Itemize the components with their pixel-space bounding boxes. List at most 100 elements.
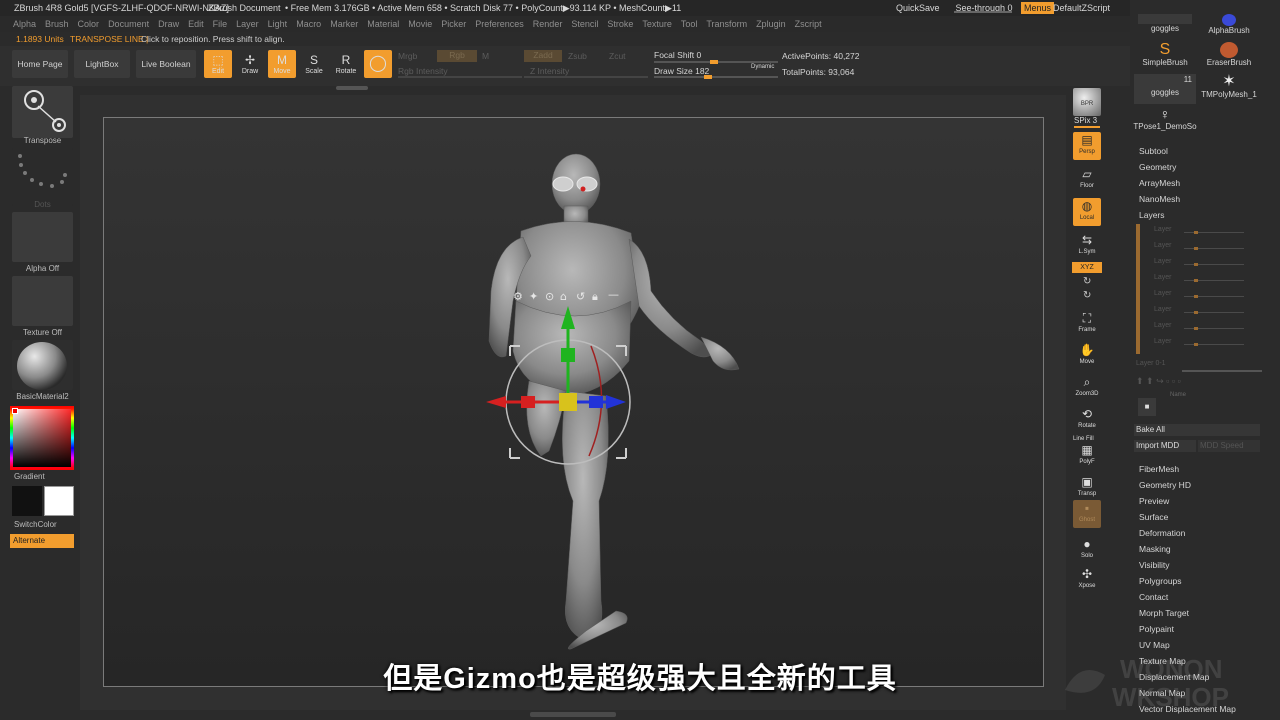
draw-button[interactable]: ✢ Draw (236, 50, 264, 78)
menu-macro[interactable]: Macro (296, 19, 321, 29)
texture-slot[interactable] (12, 276, 73, 326)
bpr-button[interactable]: BPR (1073, 88, 1101, 116)
quicksave-button[interactable]: QuickSave (896, 0, 940, 16)
edit-button[interactable]: ⬚ Edit (204, 50, 232, 78)
scale-button[interactable]: S Scale (300, 50, 328, 78)
layer-strength-slider[interactable] (1184, 327, 1244, 330)
menu-polypaint[interactable]: Polypaint (1139, 624, 1174, 634)
layer-strength-slider[interactable] (1184, 279, 1244, 282)
secondary-color-swatch[interactable] (12, 486, 42, 516)
layer-strength-slider[interactable] (1184, 231, 1244, 234)
ghost-button[interactable]: ▪ Ghost (1073, 500, 1101, 528)
menu-stencil[interactable]: Stencil (571, 19, 598, 29)
layer-strength-handle[interactable] (1194, 263, 1198, 266)
menu-surface[interactable]: Surface (1139, 512, 1168, 522)
color-picker-cursor[interactable] (12, 408, 18, 414)
menu-transform[interactable]: Transform (706, 19, 747, 29)
menu-document[interactable]: Document (108, 19, 149, 29)
bottom-shelf-handle[interactable] (530, 712, 616, 717)
layer-strength-slider[interactable] (1184, 295, 1244, 298)
menu-marker[interactable]: Marker (330, 19, 358, 29)
menu-contact[interactable]: Contact (1139, 592, 1168, 602)
brush-eraserbrush[interactable]: EraserBrush (1198, 42, 1260, 72)
layer-row[interactable]: Layer (1144, 242, 1262, 254)
menu-nanomesh[interactable]: NanoMesh (1139, 194, 1180, 204)
brush-goggles[interactable]: goggles (1134, 14, 1196, 42)
lightbox-button[interactable]: LightBox (74, 50, 130, 78)
mrgb-button[interactable]: Mrgb (398, 51, 417, 61)
menu-stroke[interactable]: Stroke (607, 19, 633, 29)
xpose-button[interactable]: ✣ Xpose (1073, 566, 1101, 594)
lsym-button[interactable]: ⇆ L.Sym (1073, 232, 1101, 260)
main-color-swatch[interactable] (44, 486, 74, 516)
menu-masking[interactable]: Masking (1139, 544, 1171, 554)
menu-morph-target[interactable]: Morph Target (1139, 608, 1189, 618)
subtool-goggles[interactable]: 11 goggles (1134, 74, 1196, 104)
menu-deformation[interactable]: Deformation (1139, 528, 1185, 538)
layer-row[interactable]: Layer (1144, 258, 1262, 270)
menu-subtool[interactable]: Subtool (1139, 146, 1168, 156)
menu-layers[interactable]: Layers (1139, 210, 1165, 220)
layer-row[interactable]: Layer (1144, 226, 1262, 238)
menu-geometry-hd[interactable]: Geometry HD (1139, 480, 1191, 490)
subtool-tpose[interactable]: ♀ TPose1_DemoSo (1130, 106, 1200, 136)
rotate-y-icon[interactable]: ↻ (1083, 276, 1091, 287)
toolbar-collapse-handle[interactable] (336, 86, 368, 90)
rotate-z-icon[interactable]: ↻ (1083, 290, 1091, 301)
record-layer-button[interactable]: ■ (1138, 398, 1156, 416)
menu-material[interactable]: Material (367, 19, 399, 29)
layer-row[interactable]: Layer (1144, 274, 1262, 286)
menu-file[interactable]: File (213, 19, 228, 29)
menu-texture[interactable]: Texture (642, 19, 672, 29)
transp-button[interactable]: ▣ Transp (1073, 474, 1101, 502)
zoom3d-button[interactable]: ⌕ Zoom3D (1073, 374, 1101, 402)
solo-button[interactable]: ● Solo (1073, 536, 1101, 564)
layer-strength-handle[interactable] (1194, 231, 1198, 234)
see-through-slider[interactable]: See-through 0 (952, 0, 1016, 16)
subtool-tmpolymesh[interactable]: ✶ TMPolyMesh_1 (1198, 74, 1260, 104)
layer-name-button[interactable]: Name (1170, 392, 1186, 398)
bake-all-button[interactable]: Bake All (1134, 424, 1260, 436)
floor-button[interactable]: ▱ Floor (1073, 166, 1101, 194)
move-button[interactable]: M Move (268, 50, 296, 78)
menu-tool[interactable]: Tool (681, 19, 698, 29)
xyz-button[interactable]: XYZ (1072, 262, 1102, 273)
menu-layer[interactable]: Layer (236, 19, 259, 29)
layer-strength-handle[interactable] (1194, 279, 1198, 282)
zcut-button[interactable]: Zcut (609, 51, 626, 61)
menu-arraymesh[interactable]: ArrayMesh (1139, 178, 1180, 188)
draw-size-slider[interactable]: Draw Size 182 (654, 66, 709, 76)
alpha-slot[interactable] (12, 212, 73, 262)
menu-picker[interactable]: Picker (441, 19, 466, 29)
layer-strength-slider[interactable] (1184, 263, 1244, 266)
polyf-button[interactable]: ▦ PolyF (1073, 442, 1101, 470)
m-button[interactable]: M (482, 51, 489, 61)
color-picker[interactable] (10, 406, 74, 470)
gradient-label[interactable]: Gradient (14, 472, 45, 481)
brush-simplebrush[interactable]: S SimpleBrush (1134, 42, 1196, 72)
zsub-button[interactable]: Zsub (568, 51, 587, 61)
menus-toggle[interactable]: Menus (1021, 2, 1055, 14)
rgb-intensity-slider[interactable]: Rgb Intensity (398, 66, 448, 76)
import-mdd-button[interactable]: Import MDD (1134, 440, 1196, 452)
menu-draw[interactable]: Draw (158, 19, 179, 29)
frame-button[interactable]: ⛶ Frame (1073, 310, 1101, 338)
menu-preview[interactable]: Preview (1139, 496, 1169, 506)
layer-strength-handle[interactable] (1194, 327, 1198, 330)
menu-light[interactable]: Light (268, 19, 288, 29)
menu-brush[interactable]: Brush (45, 19, 69, 29)
menu-preferences[interactable]: Preferences (475, 19, 524, 29)
menu-fibermesh[interactable]: FiberMesh (1139, 464, 1179, 474)
menu-alpha[interactable]: Alpha (13, 19, 36, 29)
menu-uv-map[interactable]: UV Map (1139, 640, 1170, 650)
layer-strength-slider[interactable] (1184, 311, 1244, 314)
home-page-button[interactable]: Home Page (12, 50, 68, 78)
live-boolean-button[interactable]: Live Boolean (136, 50, 196, 78)
layer-row[interactable]: Layer (1144, 290, 1262, 302)
menu-render[interactable]: Render (533, 19, 563, 29)
material-slot[interactable] (12, 340, 73, 390)
menu-visibility[interactable]: Visibility (1139, 560, 1170, 570)
layer-strength-slider[interactable] (1184, 343, 1244, 346)
dynamic-toggle[interactable]: Dynamic (751, 64, 774, 70)
stroke-dots[interactable] (12, 148, 73, 206)
